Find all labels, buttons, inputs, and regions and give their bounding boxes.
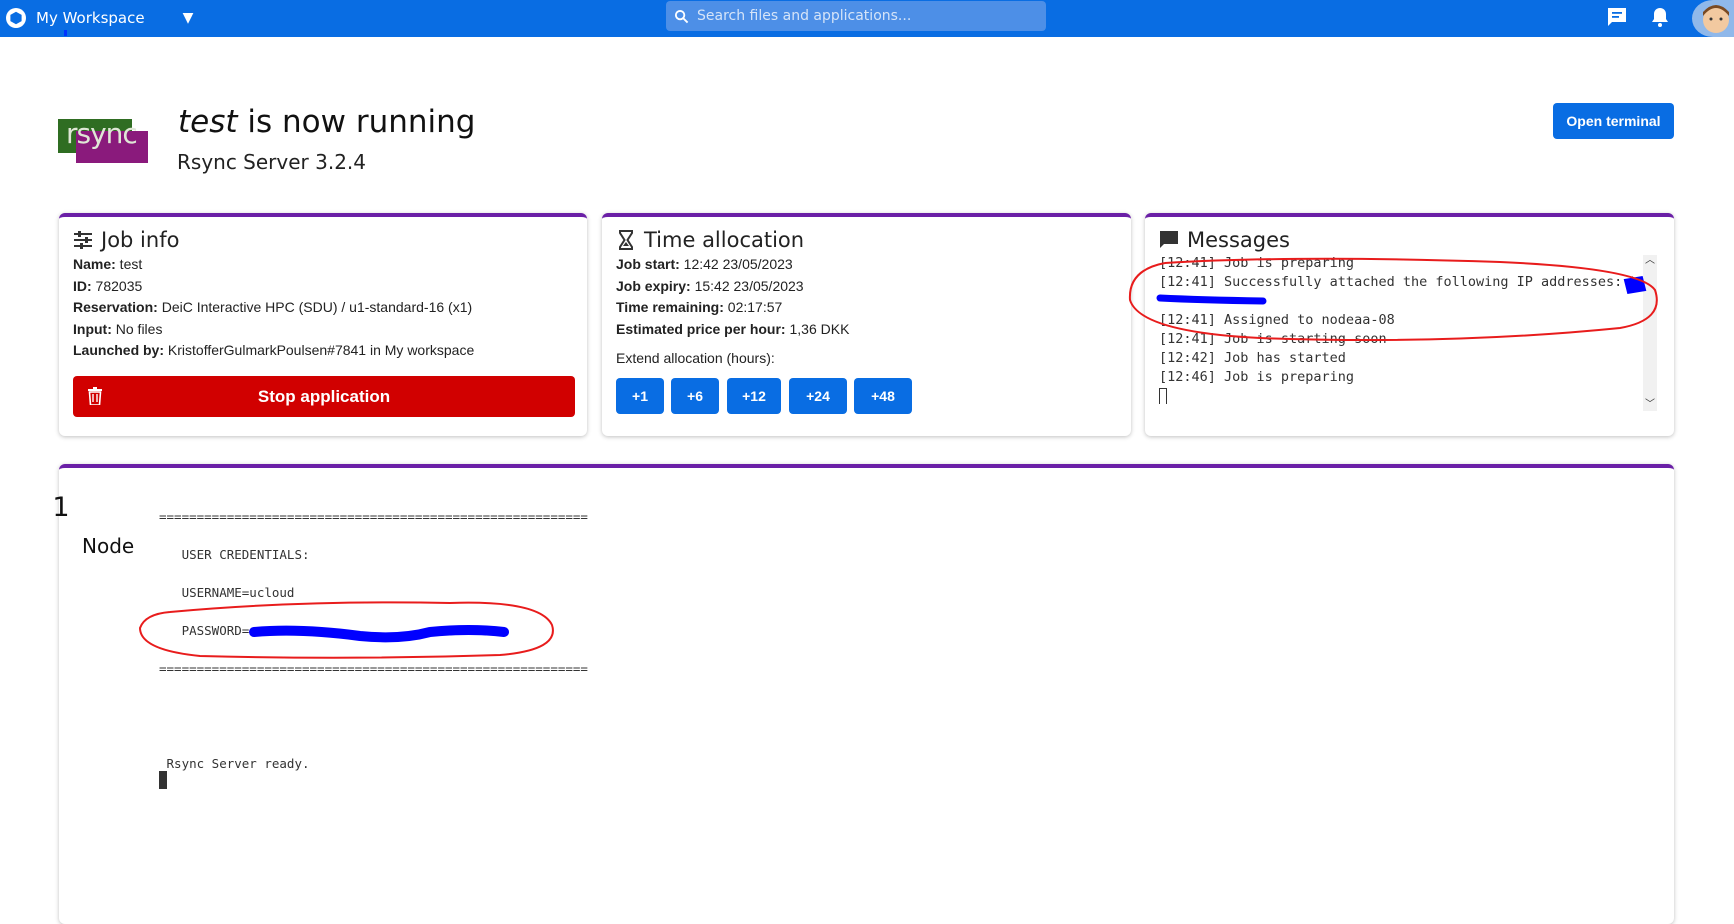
search-input[interactable]: Search files and applications... [666,1,1046,31]
messages-log[interactable]: [12:41] Job is preparing [12:41] Successf… [1159,254,1633,404]
search-icon [674,9,689,23]
job-info-launched-by: Launched by: KristofferGulmarkPoulsen#78… [73,342,475,358]
message-line: [12:41] Assigned to nodeaa-08 [1159,312,1395,328]
extend-12h-button[interactable]: +12 [727,378,781,414]
terminal-cursor [159,771,167,789]
time-allocation-card: Time allocation Job start: 12:42 23/05/2… [602,213,1131,436]
avatar-icon[interactable] [1692,0,1734,37]
chat-icon[interactable] [1604,4,1630,30]
job-info-name: Name: test [73,256,143,272]
message-line-redacted [1159,292,1633,311]
search-placeholder: Search files and applications... [697,8,912,24]
node-terminal-output: ========================================… [159,509,588,771]
extend-48h-button[interactable]: +48 [854,378,912,414]
stop-application-button[interactable]: Stop application [73,376,575,417]
job-info-reservation: Reservation: DeiC Interactive HPC (SDU) … [73,299,473,315]
price-per-hour: Estimated price per hour: 1,36 DKK [616,321,850,337]
extend-24h-button[interactable]: +24 [789,378,847,414]
extend-allocation-label: Extend allocation (hours): [616,350,775,366]
message-line: [12:46] Job is preparing [1159,369,1355,385]
job-info-id: ID: 782035 [73,278,143,294]
caret-down-icon[interactable]: ▼ [183,10,194,26]
title-status: is now running [237,104,476,140]
message-line: [12:42] Job has started [1159,350,1346,366]
sliders-icon [74,231,92,249]
node-count: 1 [52,492,70,523]
focus-indicator [64,30,67,36]
job-info-title: Job info [73,228,179,252]
messages-title: Messages [1159,228,1290,252]
hexagon-logo-icon [6,8,26,28]
open-terminal-button[interactable]: Open terminal [1553,103,1674,139]
chevron-up-icon[interactable]: ︿ [1645,256,1655,266]
workspace-label: My Workspace [36,9,145,27]
extend-1h-button[interactable]: +1 [616,378,664,414]
messages-card: Messages [12:41] Job is preparing [12:41]… [1145,213,1674,436]
job-start: Job start: 12:42 23/05/2023 [616,256,793,272]
bell-icon[interactable] [1647,4,1673,30]
message-line: [12:41] Job is starting soon [1159,331,1387,347]
log-cursor [1159,387,1167,404]
trash-icon [88,387,102,405]
message-line: [12:41] Job is preparing [1159,255,1355,271]
time-remaining: Time remaining: 02:17:57 [616,299,783,315]
page-title: test is now running [178,104,475,140]
job-info-input: Input: No files [73,321,163,337]
extend-6h-button[interactable]: +6 [671,378,719,414]
chevron-down-icon[interactable]: ﹀ [1645,400,1655,410]
workspace-selector[interactable]: My Workspace ▼ [6,5,194,36]
rsync-logo: rsync [58,117,150,165]
job-expiry: Job expiry: 15:42 23/05/2023 [616,278,804,294]
message-icon [1160,231,1178,248]
time-allocation-title: Time allocation [616,228,804,252]
job-info-card: Job info Name: test ID: 782035 Reservati… [59,213,587,436]
top-navigation-bar: My Workspace ▼ Search files and applicat… [0,0,1734,37]
messages-scrollbar[interactable]: ︿ ﹀ [1643,255,1657,411]
hourglass-icon [619,230,633,250]
message-line: [12:41] Successfully attached the follow… [1159,274,1633,290]
job-name: test [178,104,238,140]
app-version: Rsync Server 3.2.4 [177,150,367,174]
node-label: Node [82,534,135,558]
